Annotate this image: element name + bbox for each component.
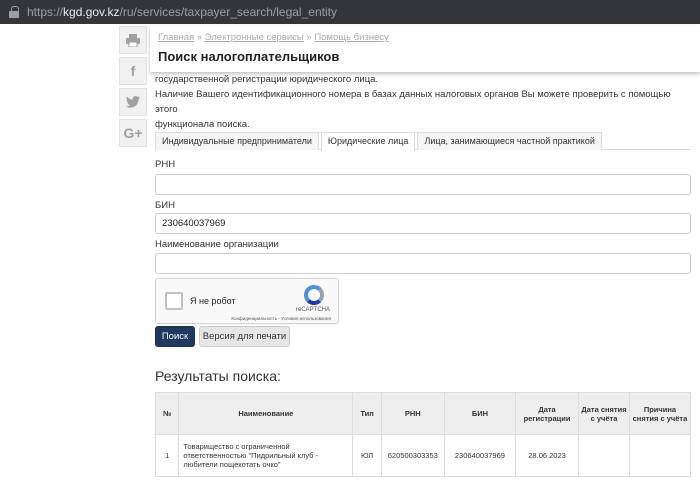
facebook-icon[interactable]: f [119, 57, 147, 85]
browser-address-bar[interactable]: https://kgd.gov.kz/ru/services/taxpayer_… [0, 0, 700, 24]
breadcrumb-home[interactable]: Главная [158, 32, 194, 43]
lock-icon [9, 6, 19, 18]
share-sidebar: f G+ [118, 24, 148, 150]
print-version-button[interactable]: Версия для печати [199, 326, 290, 347]
results-title: Результаты поиска: [155, 368, 281, 384]
results-table: № Наименование Тип РНН БИН Дата регистра… [154, 392, 692, 477]
page-title: Поиск налогоплательщиков [158, 49, 340, 64]
recaptcha-checkbox[interactable] [165, 292, 183, 310]
twitter-icon[interactable] [119, 88, 147, 116]
col-bin: БИН [443, 392, 517, 435]
cell-rnn: 620500303353 [380, 434, 445, 477]
cell-bin: 230640037969 [443, 434, 517, 477]
tab-private-practice[interactable]: Лица, занимающиеся частной практикой [417, 132, 602, 150]
cell-dereg-reason [628, 434, 692, 477]
recaptcha-terms[interactable]: Конфиденциальность - Условия использован… [231, 316, 331, 321]
search-button[interactable]: Поиск [155, 326, 195, 347]
intro-line-3: функционала поиска. [155, 119, 250, 130]
breadcrumb-business-help[interactable]: Помощь бизнесу [314, 32, 388, 43]
col-rnn: РНН [380, 392, 445, 435]
col-number: № [154, 392, 180, 435]
rnn-label: РНН [155, 159, 176, 170]
col-dereg-reason: Причина снятия с учёта [628, 392, 692, 435]
org-name-input[interactable] [155, 253, 691, 274]
cell-dereg-date [578, 434, 630, 477]
intro-line-2: Наличие Вашего идентификационного номера… [155, 89, 671, 115]
bin-label: БИН [155, 200, 175, 211]
cell-type: ЮЛ [352, 434, 382, 477]
breadcrumb-e-services[interactable]: Электронные сервисы [205, 32, 304, 43]
intro-text: государственной регистрации юридического… [155, 72, 695, 132]
recaptcha-brand: reCAPTCHA [295, 307, 330, 313]
sticky-header: Главная » Электронные сервисы » Помощь б… [150, 26, 700, 72]
recaptcha-widget: Я не робот reCAPTCHA Конфиденциальность … [155, 278, 339, 324]
cell-name: Товарищество с ограниченной ответственно… [178, 434, 354, 477]
entity-type-tabs: Индивидуальные предприниматели Юридическ… [155, 132, 691, 151]
print-icon[interactable] [119, 26, 147, 54]
col-reg-date: Дата регистрации [515, 392, 580, 435]
table-header-row: № Наименование Тип РНН БИН Дата регистра… [154, 392, 692, 435]
table-row: 1 Товарищество с ограниченной ответствен… [154, 434, 692, 477]
recaptcha-logo-icon [304, 285, 324, 305]
breadcrumb: Главная » Электронные сервисы » Помощь б… [158, 32, 389, 43]
bin-input[interactable] [155, 213, 691, 234]
tab-individual-entrepreneurs[interactable]: Индивидуальные предприниматели [155, 132, 319, 150]
col-dereg-date: Дата снятия с учёта [578, 392, 630, 435]
intro-line-1: государственной регистрации юридического… [155, 74, 379, 85]
cell-number: 1 [154, 434, 180, 477]
tab-legal-entities[interactable]: Юридические лица [320, 132, 416, 151]
org-name-label: Наименование организации [155, 239, 279, 250]
google-plus-icon[interactable]: G+ [119, 119, 147, 147]
col-name: Наименование [178, 392, 354, 435]
col-type: Тип [352, 392, 382, 435]
recaptcha-label: Я не робот [190, 296, 236, 306]
cell-reg-date: 28.06.2023 [515, 434, 580, 477]
url-text[interactable]: https://kgd.gov.kz/ru/services/taxpayer_… [27, 5, 337, 19]
rnn-input[interactable] [155, 174, 691, 195]
